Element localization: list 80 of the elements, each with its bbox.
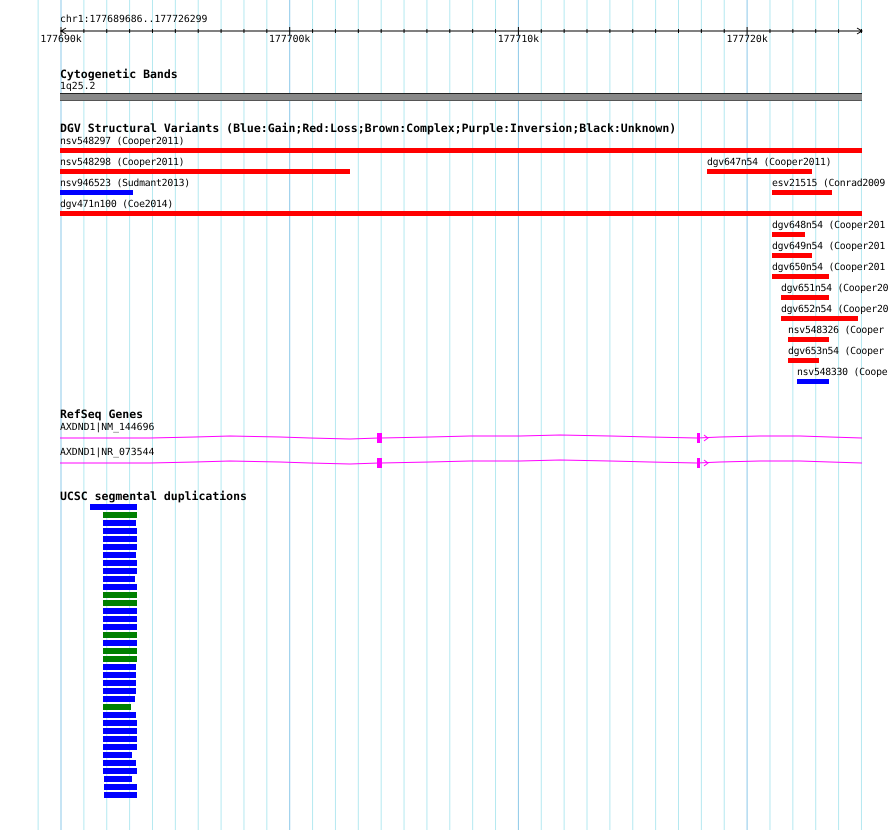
duplication-bar[interactable]	[104, 784, 137, 790]
duplication-bar[interactable]	[103, 744, 137, 750]
location-label: chr1:177689686..177726299	[60, 14, 208, 26]
duplication-bar[interactable]	[103, 584, 137, 590]
variant-label: dgv649n54 (Cooper201	[772, 241, 885, 253]
gene-model-drawing[interactable]	[60, 433, 862, 443]
duplication-bar[interactable]	[103, 656, 137, 662]
variant-bar[interactable]	[707, 169, 812, 174]
duplication-bar[interactable]	[103, 688, 136, 694]
duplication-bar[interactable]	[103, 552, 136, 558]
variant-bar[interactable]	[60, 148, 862, 153]
variant-bar[interactable]	[772, 253, 812, 258]
duplication-bar[interactable]	[103, 664, 136, 670]
track-title: Cytogenetic Bands	[60, 68, 178, 81]
duplication-bar[interactable]	[103, 632, 137, 638]
duplication-bar[interactable]	[103, 680, 136, 686]
variant-bar[interactable]	[772, 274, 829, 279]
variant-label: dgv647n54 (Cooper2011)	[707, 157, 832, 169]
band-label: 1q25.2	[60, 81, 96, 93]
duplication-bar[interactable]	[103, 624, 137, 630]
duplication-bar[interactable]	[103, 520, 136, 526]
duplication-bar[interactable]	[103, 512, 137, 518]
variant-label: nsv946523 (Sudmant2013)	[60, 178, 190, 190]
variant-label: dgv650n54 (Cooper201	[772, 262, 885, 274]
duplication-bar[interactable]	[103, 672, 136, 678]
variant-label: nsv548297 (Cooper2011)	[60, 136, 184, 148]
cytoband-bar[interactable]	[60, 93, 862, 101]
gene-label: AXDND1|NM_144696	[60, 422, 154, 434]
duplication-bar[interactable]	[103, 576, 135, 582]
gene-label: AXDND1|NR_073544	[60, 447, 154, 459]
duplication-bar[interactable]	[103, 640, 137, 646]
variant-bar[interactable]	[781, 316, 858, 321]
duplication-bar[interactable]	[103, 600, 137, 606]
duplication-bar[interactable]	[103, 704, 131, 710]
track-title: DGV Structural Variants (Blue:Gain;Red:Loss;Brown:Complex;Purple:Inversion;Black:Unknown)	[60, 122, 676, 135]
duplication-bar[interactable]	[103, 752, 132, 758]
gene-model-drawing[interactable]	[60, 458, 862, 468]
variant-bar[interactable]	[60, 211, 862, 216]
duplication-bar[interactable]	[103, 560, 137, 566]
variant-bar[interactable]	[781, 295, 829, 300]
tick-label: 177720k	[726, 34, 768, 46]
duplication-bar[interactable]	[103, 648, 137, 654]
variant-bar[interactable]	[788, 337, 829, 342]
duplication-bar[interactable]	[103, 720, 137, 726]
duplication-bar[interactable]	[103, 760, 136, 766]
duplication-bar[interactable]	[103, 736, 137, 742]
tick-label: 177700k	[269, 34, 310, 46]
variant-label: nsv548298 (Cooper2011)	[60, 157, 184, 169]
duplication-bar[interactable]	[103, 768, 137, 774]
variant-bar[interactable]	[772, 190, 832, 195]
variant-label: dgv651n54 (Cooper20	[781, 283, 888, 295]
duplication-bar[interactable]	[90, 504, 137, 510]
variant-bar[interactable]	[60, 169, 350, 174]
duplication-bar[interactable]	[103, 616, 137, 622]
variant-label: dgv648n54 (Cooper201	[772, 220, 885, 232]
tick-label: 177710k	[498, 34, 540, 46]
duplication-bar[interactable]	[104, 792, 137, 798]
track-title: UCSC segmental duplications	[60, 490, 247, 503]
variant-label: nsv548326 (Cooper	[788, 325, 884, 337]
duplication-bar[interactable]	[103, 528, 137, 534]
tick-label: 177690k	[40, 34, 82, 46]
track-title: RefSeq Genes	[60, 408, 144, 421]
duplication-bar[interactable]	[103, 592, 137, 598]
variant-label: dgv652n54 (Cooper20	[781, 304, 888, 316]
duplication-bar[interactable]	[103, 536, 137, 542]
variant-bar[interactable]	[788, 358, 819, 363]
variant-label: dgv653n54 (Cooper	[788, 346, 884, 358]
variant-bar[interactable]	[797, 379, 829, 384]
duplication-bar[interactable]	[103, 728, 137, 734]
duplication-bar[interactable]	[103, 568, 137, 574]
duplication-bar[interactable]	[104, 776, 132, 782]
variant-label: esv21515 (Conrad2009	[772, 178, 885, 190]
variant-label: nsv548330 (Coope	[797, 367, 888, 379]
variant-bar[interactable]	[772, 232, 805, 237]
duplication-bar[interactable]	[103, 608, 137, 614]
variant-label: dgv471n100 (Coe2014)	[60, 199, 173, 211]
duplication-bar[interactable]	[103, 544, 137, 550]
duplication-bar[interactable]	[103, 696, 135, 702]
duplication-bar[interactable]	[103, 712, 136, 718]
variant-bar[interactable]	[60, 190, 133, 195]
